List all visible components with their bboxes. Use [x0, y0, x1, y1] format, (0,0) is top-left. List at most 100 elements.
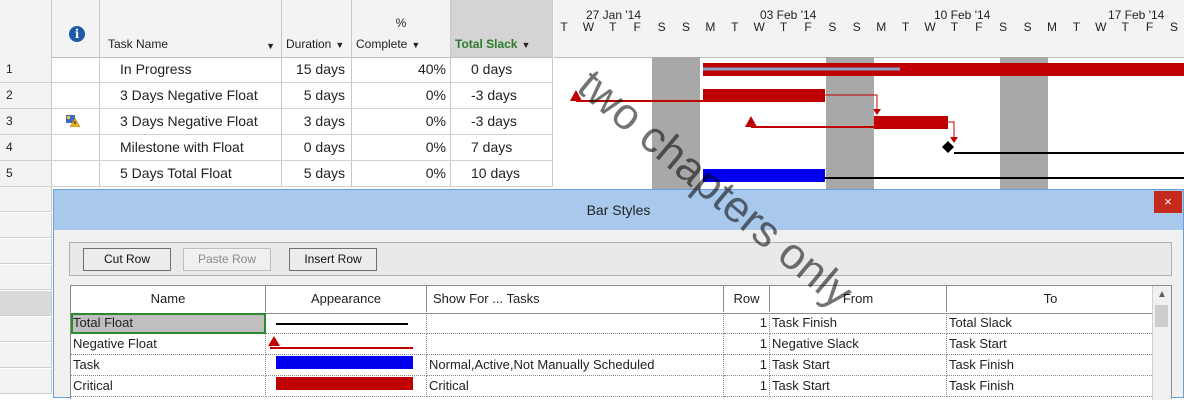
total-slack-cell[interactable]: 10 days	[451, 161, 553, 186]
total-slack-cell[interactable]: 7 days	[451, 135, 553, 160]
complete-cell[interactable]: 0%	[352, 135, 451, 160]
bar-style-show-for-cell[interactable]	[427, 313, 724, 334]
duration-column-header[interactable]: Duration ▼	[282, 0, 352, 57]
from-column-header[interactable]: From	[770, 286, 947, 312]
task-name-cell[interactable]: In Progress	[100, 57, 282, 82]
day-letter: S	[999, 20, 1008, 34]
day-letter: S	[657, 20, 666, 34]
duration-cell[interactable]: 5 days	[282, 83, 352, 108]
warning-indicator-icon	[66, 115, 80, 127]
bar-style-from-cell[interactable]: Task Start	[770, 376, 947, 397]
total-float-appearance	[276, 323, 408, 325]
duration-cell[interactable]: 3 days	[282, 109, 352, 134]
bar-style-row[interactable]: Total Float 1 Task Finish Total Slack	[71, 313, 1154, 334]
task-name-cell[interactable]: 3 Days Negative Float	[100, 83, 282, 108]
bar-style-row-cell[interactable]: 1	[724, 313, 770, 334]
total-slack-column-header[interactable]: Total Slack ▼	[451, 0, 553, 57]
bar-style-row[interactable]: Negative Float 1 Negative Slack Task Start	[71, 334, 1154, 355]
timescale-header[interactable]: 27 Jan '14 03 Feb '14 10 Feb '14 17 Feb …	[554, 0, 1184, 58]
complete-cell[interactable]: 40%	[352, 57, 451, 82]
indicator-cell	[52, 57, 100, 82]
bar-style-row[interactable]: Task Normal,Active,Not Manually Scheduled…	[71, 355, 1154, 376]
bar-style-show-for-cell[interactable]	[427, 334, 724, 355]
bar-style-to-cell[interactable]: Task Finish	[947, 376, 1154, 397]
complete-cell[interactable]: 0%	[352, 109, 451, 134]
filter-dropdown-icon[interactable]: ▼	[266, 41, 275, 51]
duration-cell[interactable]: 15 days	[282, 57, 352, 82]
bar-style-to-cell[interactable]: Total Slack	[947, 313, 1154, 334]
row-number[interactable]: 5	[0, 161, 52, 186]
appearance-column-header[interactable]: Appearance	[266, 286, 427, 312]
bar-style-name-cell[interactable]: Total Float	[71, 313, 266, 334]
table-row[interactable]: 1 In Progress 15 days 40% 0 days	[0, 57, 553, 83]
bar-style-name-cell[interactable]: Task	[71, 355, 266, 376]
bar-style-row-cell[interactable]: 1	[724, 355, 770, 376]
total-slack-cell[interactable]: 0 days	[451, 57, 553, 82]
table-row[interactable]: 2 3 Days Negative Float 5 days 0% -3 days	[0, 83, 553, 109]
bar-style-row-cell[interactable]: 1	[724, 334, 770, 355]
indicator-cell	[52, 161, 100, 186]
total-slack-cell[interactable]: -3 days	[451, 109, 553, 134]
complete-cell[interactable]: 0%	[352, 161, 451, 186]
row-number[interactable]: 3	[0, 109, 52, 134]
row-number[interactable]: 4	[0, 135, 52, 160]
day-letter: T	[560, 20, 568, 34]
total-slack-cell[interactable]: -3 days	[451, 83, 553, 108]
day-letter: T	[731, 20, 739, 34]
bar-style-from-cell[interactable]: Task Start	[770, 355, 947, 376]
show-for-column-header[interactable]: Show For ... Tasks	[427, 286, 724, 312]
bar-style-appearance-cell[interactable]	[266, 313, 427, 334]
to-column-header[interactable]: To	[947, 286, 1154, 312]
table-row[interactable]: 3 3 Days Negative Float 3 days 0% -3 days	[0, 109, 553, 135]
complete-column-header[interactable]: % Complete ▼	[352, 0, 451, 57]
bar-style-from-cell[interactable]: Negative Slack	[770, 334, 947, 355]
bar-styles-grid[interactable]: Name Appearance Show For ... Tasks Row F…	[70, 285, 1172, 400]
indicators-column-header[interactable]: i	[52, 0, 100, 57]
bar-style-appearance-cell[interactable]	[266, 355, 427, 376]
day-letter: T	[1121, 20, 1129, 34]
table-row[interactable]: 5 5 Days Total Float 5 days 0% 10 days	[0, 161, 553, 187]
day-letter: M	[705, 20, 716, 34]
complete-cell[interactable]: 0%	[352, 83, 451, 108]
row-number[interactable]: 1	[0, 57, 52, 82]
bar-style-appearance-cell[interactable]	[266, 334, 427, 355]
bar-style-show-for-cell[interactable]: Critical	[427, 376, 724, 397]
filter-dropdown-icon[interactable]: ▼	[411, 40, 420, 50]
bar-style-row[interactable]: Critical Critical 1 Task Start Task Finish	[71, 376, 1154, 397]
bar-style-to-cell[interactable]: Task Start	[947, 334, 1154, 355]
scroll-thumb[interactable]	[1155, 305, 1168, 327]
bar-style-name-cell[interactable]: Critical	[71, 376, 266, 397]
vertical-scrollbar[interactable]: ▲	[1152, 286, 1171, 400]
bar-style-from-cell[interactable]: Task Finish	[770, 313, 947, 334]
task-name-cell[interactable]: Milestone with Float	[100, 135, 282, 160]
cut-row-button[interactable]: Cut Row	[83, 248, 171, 271]
day-letter: F	[633, 20, 641, 34]
row-number[interactable]: 2	[0, 83, 52, 108]
scroll-up-icon[interactable]: ▲	[1153, 286, 1171, 304]
row-column-header[interactable]: Row	[724, 286, 770, 312]
insert-row-button[interactable]: Insert Row	[289, 248, 377, 271]
filter-dropdown-icon[interactable]: ▼	[335, 40, 344, 50]
link-arrow	[948, 121, 955, 139]
name-column-header[interactable]: Name	[71, 286, 266, 312]
bar-style-to-cell[interactable]: Task Finish	[947, 355, 1154, 376]
bar-styles-dialog: Bar Styles × Cut Row Paste Row Insert Ro…	[53, 189, 1184, 400]
task-bar	[703, 169, 825, 182]
negative-float-marker	[745, 116, 757, 127]
table-row[interactable]: 4 Milestone with Float 0 days 0% 7 days	[0, 135, 553, 161]
bar-style-row-cell[interactable]: 1	[724, 376, 770, 397]
duration-cell[interactable]: 5 days	[282, 161, 352, 186]
select-all-corner[interactable]	[0, 0, 52, 57]
filter-dropdown-icon[interactable]: ▼	[521, 40, 530, 50]
bar-style-show-for-cell[interactable]: Normal,Active,Not Manually Scheduled	[427, 355, 724, 376]
dialog-toolbar: Cut Row Paste Row Insert Row	[69, 242, 1172, 276]
duration-cell[interactable]: 0 days	[282, 135, 352, 160]
task-name-column-header[interactable]: Task Name ▼	[100, 0, 282, 57]
task-name-cell[interactable]: 3 Days Negative Float	[100, 109, 282, 134]
close-icon[interactable]: ×	[1154, 191, 1182, 213]
bar-style-name-cell[interactable]: Negative Float	[71, 334, 266, 355]
bar-style-appearance-cell[interactable]	[266, 376, 427, 397]
paste-row-button[interactable]: Paste Row	[183, 248, 271, 271]
day-letter: F	[975, 20, 983, 34]
task-name-cell[interactable]: 5 Days Total Float	[100, 161, 282, 186]
